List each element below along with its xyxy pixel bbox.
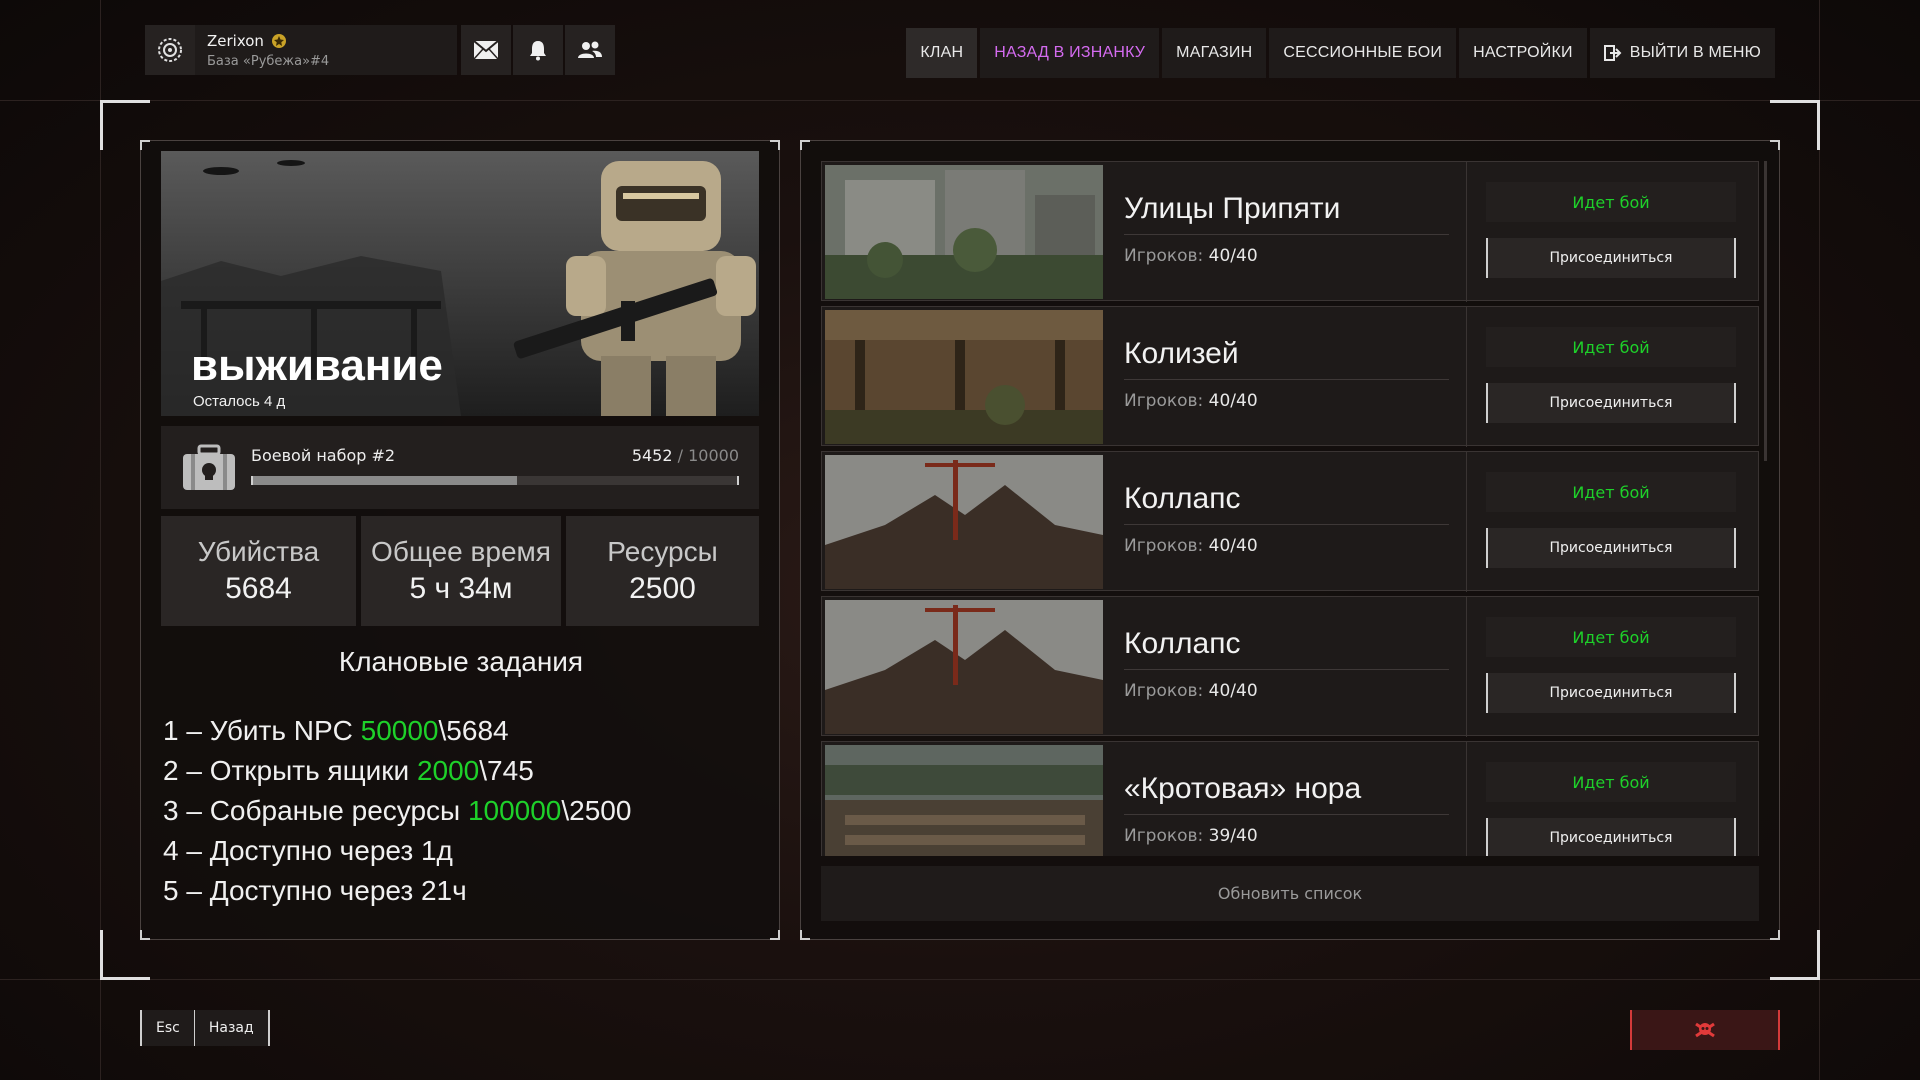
server-status: Идет бой — [1486, 472, 1736, 512]
server-status: Идет бой — [1486, 762, 1736, 802]
join-button[interactable]: Присоединиться — [1486, 383, 1736, 423]
map-thumbnail-image — [825, 600, 1103, 734]
server-name: Колизей — [1124, 337, 1239, 370]
tab-settings[interactable]: НАСТРОЙКИ — [1459, 28, 1587, 78]
clan-quests-list: 1 – Убить NPC 50000\5684 2 – Открыть ящи… — [163, 711, 631, 911]
back-control: Esc Назад — [140, 1010, 270, 1046]
rank-badge-icon — [271, 33, 286, 48]
kit-case-icon — [183, 444, 235, 490]
server-row: Коллапс Игроков: 40/40 Идет бой Присоеди… — [821, 596, 1759, 737]
server-name: Коллапс — [1124, 482, 1241, 515]
tab-back-to-underside[interactable]: НАЗАД В ИЗНАНКУ — [980, 28, 1160, 78]
frame-line-left — [100, 0, 101, 1080]
esc-key-hint[interactable]: Esc — [142, 1010, 194, 1046]
stat-kills: Убийства 5684 — [161, 516, 356, 626]
tab-session-battles[interactable]: СЕССИОННЫЕ БОИ — [1269, 28, 1457, 78]
skull-button[interactable] — [1630, 1010, 1780, 1050]
battle-kit-progress: Боевой набор #2 5452 / 10000 — [161, 426, 759, 509]
server-name: Коллапс — [1124, 627, 1241, 660]
stat-kills-label: Убийства — [197, 536, 320, 567]
server-status: Идет бой — [1486, 182, 1736, 222]
mail-button[interactable] — [461, 25, 511, 75]
top-navigation: КЛАН НАЗАД В ИЗНАНКУ МАГАЗИН СЕССИОННЫЕ … — [906, 28, 1775, 78]
server-row: Улицы Припяти Игроков: 40/40 Идет бой Пр… — [821, 161, 1759, 302]
stat-time-value: 5 ч 34м — [409, 572, 513, 605]
server-list-scrollbar[interactable] — [1764, 161, 1767, 461]
map-thumbnail-image — [825, 165, 1103, 299]
join-button[interactable]: Присоединиться — [1486, 528, 1736, 568]
kit-progress-max: 10000 — [688, 446, 739, 465]
exit-icon — [1603, 45, 1622, 61]
profile-card[interactable]: Zerixon База «Рубежа»#4 — [145, 25, 457, 75]
player-name: Zerixon — [207, 31, 264, 50]
game-mode-banner: выживание Осталось 4 д — [161, 151, 759, 416]
tab-shop[interactable]: МАГАЗИН — [1162, 28, 1267, 78]
map-thumbnail-image — [825, 745, 1103, 856]
frame-line-top — [0, 100, 1920, 101]
server-list[interactable]: Улицы Припяти Игроков: 40/40 Идет бой Пр… — [821, 161, 1759, 856]
tab-clan[interactable]: КЛАН — [906, 28, 978, 78]
friends-button[interactable] — [565, 25, 615, 75]
bell-icon — [530, 41, 546, 61]
notifications-button[interactable] — [513, 25, 563, 75]
stat-total-time: Общее время 5 ч 34м — [361, 516, 561, 626]
frame-line-right — [1819, 0, 1820, 1080]
frame-line-bottom — [0, 979, 1920, 980]
player-base: База «Рубежа»#4 — [207, 53, 330, 69]
kit-progress-fill — [253, 476, 517, 485]
kit-progress-current: 5452 — [631, 446, 673, 465]
server-players: Игроков: 40/40 — [1124, 391, 1258, 411]
back-button[interactable]: Назад — [193, 1010, 268, 1046]
server-status: Идет бой — [1486, 327, 1736, 367]
stat-resources: Ресурсы 2500 — [566, 516, 759, 626]
tab-exit-label: ВЫЙТИ В МЕНЮ — [1629, 44, 1761, 61]
join-button[interactable]: Присоединиться — [1486, 238, 1736, 278]
quest-item: 4 – Доступно через 1д — [163, 835, 453, 866]
server-players: Игроков: 40/40 — [1124, 536, 1258, 556]
mode-time-left: Осталось 4 д — [193, 393, 286, 410]
server-row: Коллапс Игроков: 40/40 Идет бой Присоеди… — [821, 451, 1759, 592]
quest-item: 1 – Убить NPC 50000\5684 — [163, 715, 509, 746]
server-players: Игроков: 40/40 — [1124, 246, 1258, 266]
server-name: «Кротовая» нора — [1124, 772, 1362, 805]
clan-quests-title: Клановые задания — [338, 646, 584, 677]
tab-exit-to-menu[interactable]: ВЫЙТИ В МЕНЮ — [1589, 28, 1775, 78]
server-status: Идет бой — [1486, 617, 1736, 657]
skull-crossbones-icon — [1695, 1022, 1715, 1038]
map-thumbnail-image — [825, 455, 1103, 589]
stat-resources-value: 2500 — [629, 572, 696, 605]
kit-progress-bar — [251, 476, 739, 485]
join-button[interactable]: Присоединиться — [1486, 818, 1736, 856]
quest-item: 5 – Доступно через 21ч — [163, 875, 467, 906]
server-players: Игроков: 40/40 — [1124, 681, 1258, 701]
stat-kills-value: 5684 — [225, 572, 292, 605]
server-players: Игроков: 39/40 — [1124, 826, 1258, 846]
clan-info-panel: выживание Осталось 4 д Боевой набор #2 5… — [140, 140, 780, 940]
server-row: «Кротовая» нора Игроков: 39/40 Идет бой … — [821, 741, 1759, 856]
map-thumbnail-image — [825, 310, 1103, 444]
friends-icon — [578, 41, 602, 58]
join-button[interactable]: Присоединиться — [1486, 673, 1736, 713]
quest-item: 2 – Открыть ящики 2000\745 — [163, 755, 534, 786]
refresh-list-button[interactable]: Обновить список — [821, 866, 1759, 921]
stat-resources-label: Ресурсы — [607, 536, 718, 567]
kit-progress-text: 5452 / 10000 — [631, 446, 739, 465]
server-name: Улицы Припяти — [1124, 192, 1341, 225]
session-battles-panel: Улицы Припяти Игроков: 40/40 Идет бой Пр… — [800, 140, 1780, 940]
kit-title: Боевой набор #2 — [251, 446, 396, 465]
mail-icon — [473, 40, 499, 60]
clan-emblem-icon — [145, 25, 195, 75]
server-row: Колизей Игроков: 40/40 Идет бой Присоеди… — [821, 306, 1759, 447]
stat-time-label: Общее время — [371, 536, 551, 567]
game-mode-title: выживание — [191, 341, 443, 390]
quest-item: 3 – Собраные ресурсы 100000\2500 — [163, 795, 632, 826]
